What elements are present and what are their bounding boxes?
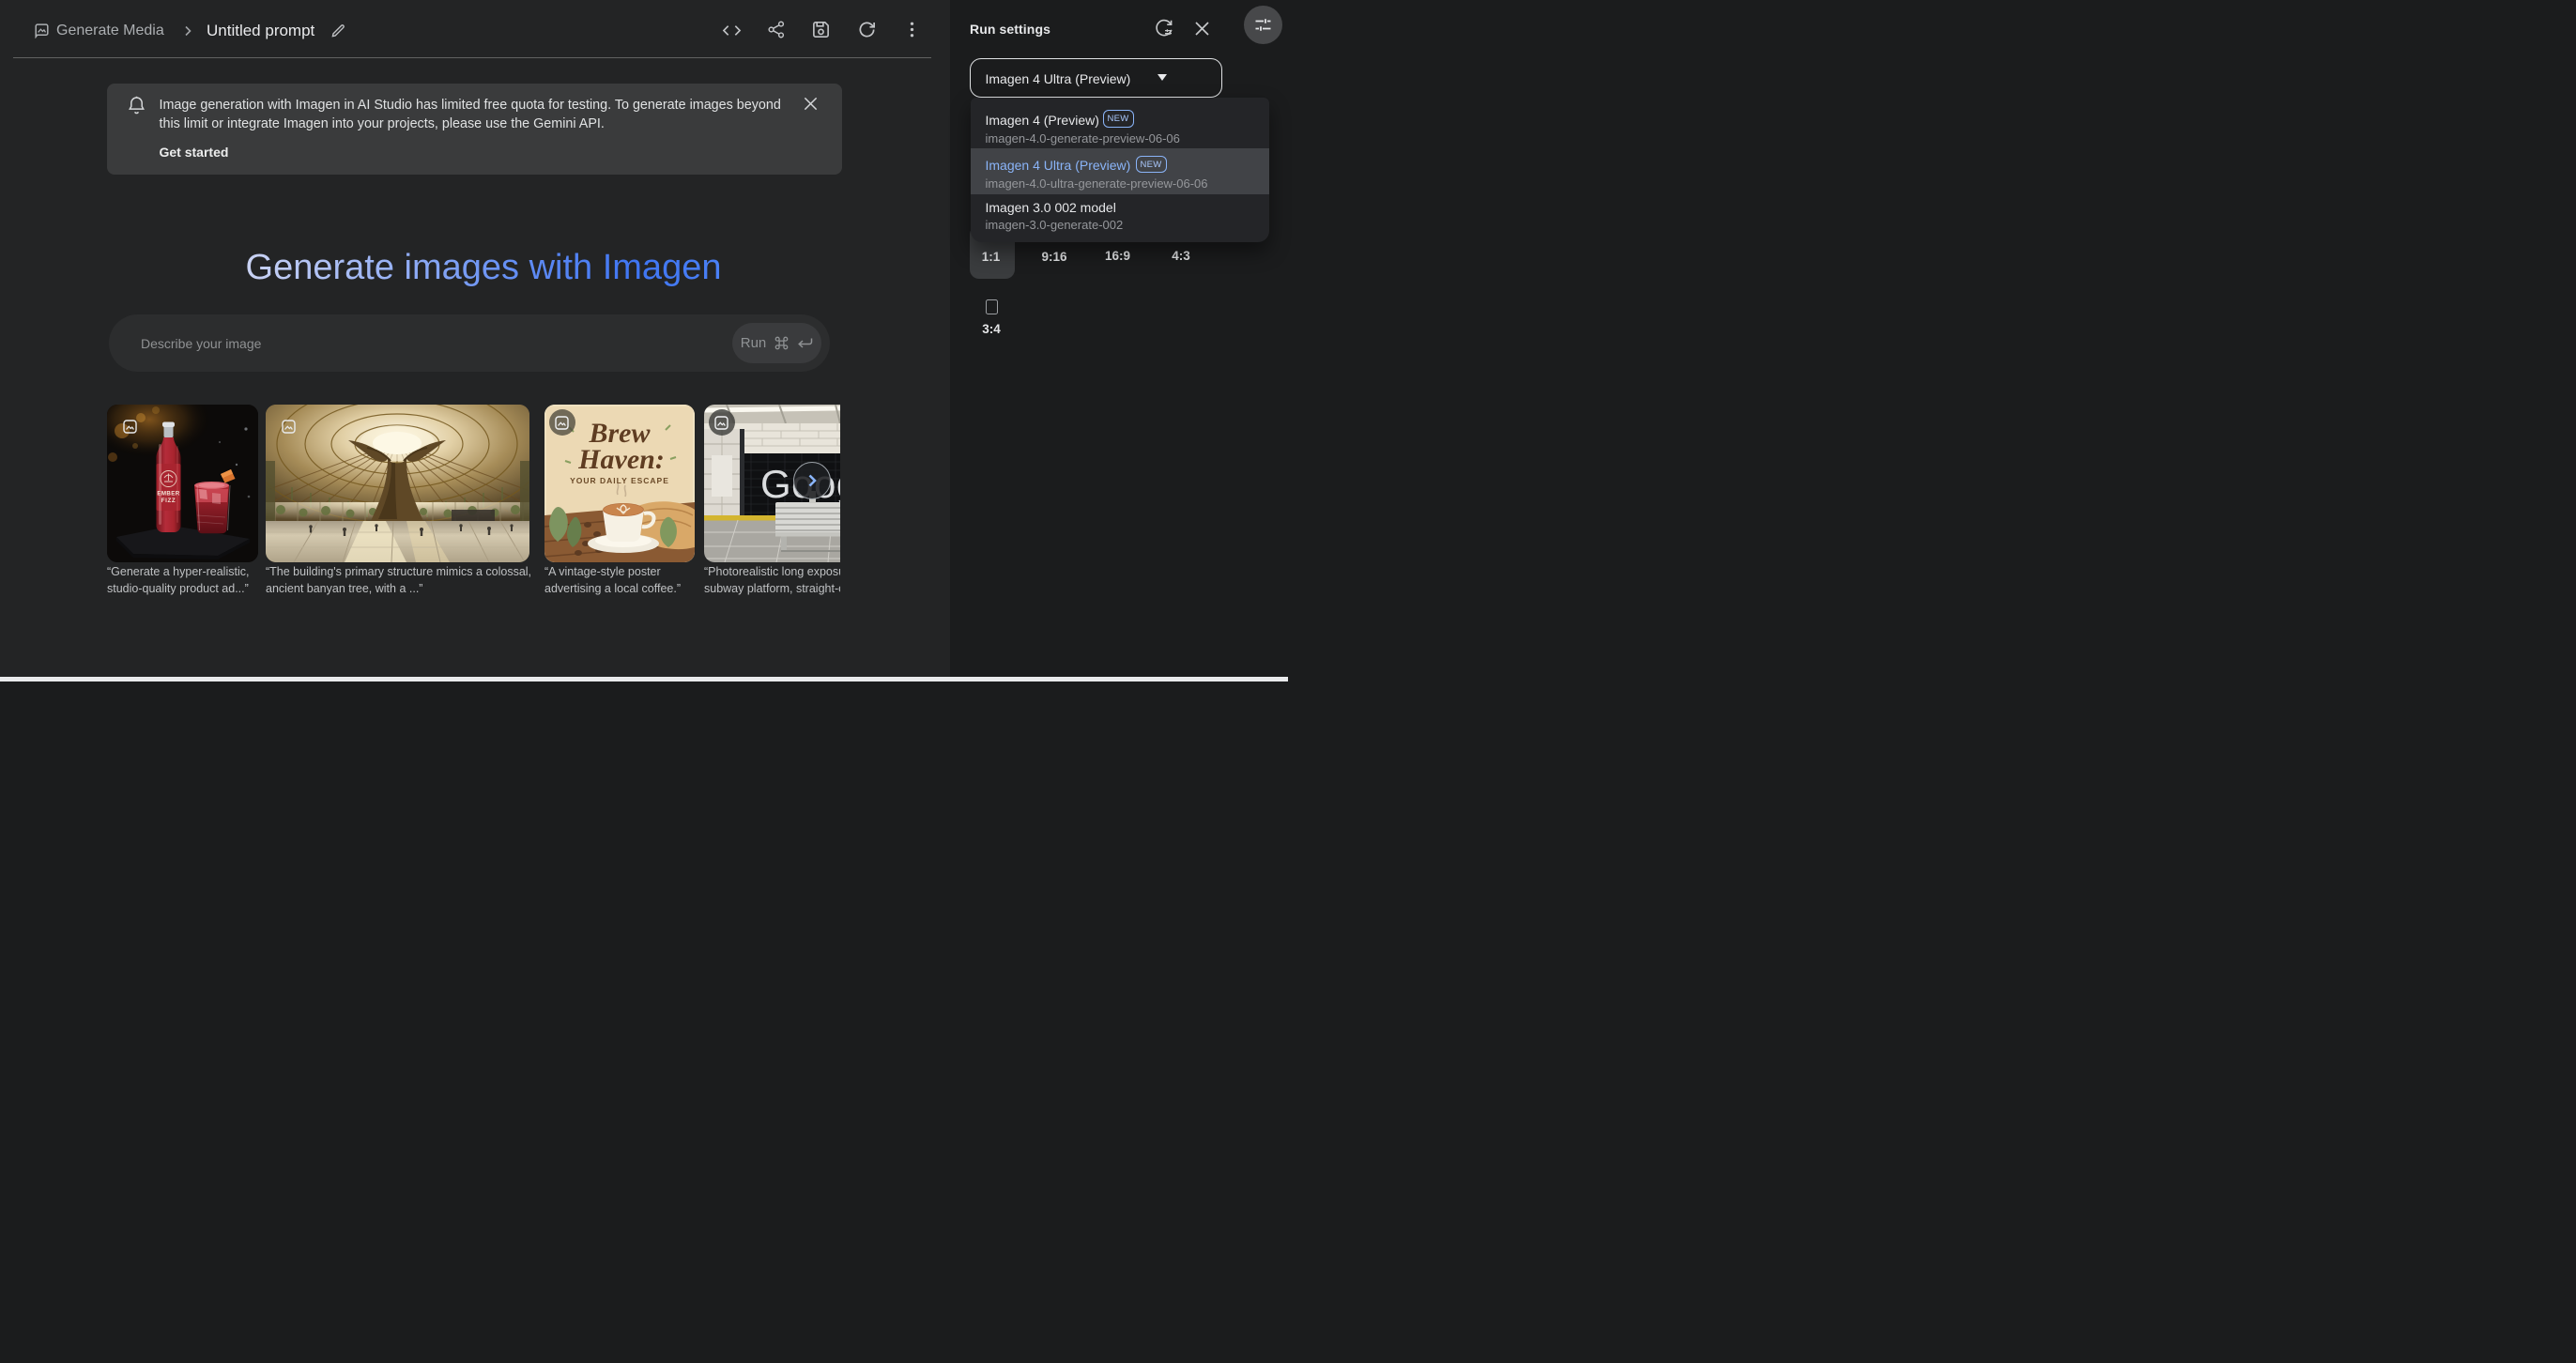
svg-text:FIZZ: FIZZ <box>161 498 176 504</box>
svg-text:YOUR DAILY ESCAPE: YOUR DAILY ESCAPE <box>570 476 669 485</box>
svg-text:Haven:: Haven: <box>577 444 665 475</box>
